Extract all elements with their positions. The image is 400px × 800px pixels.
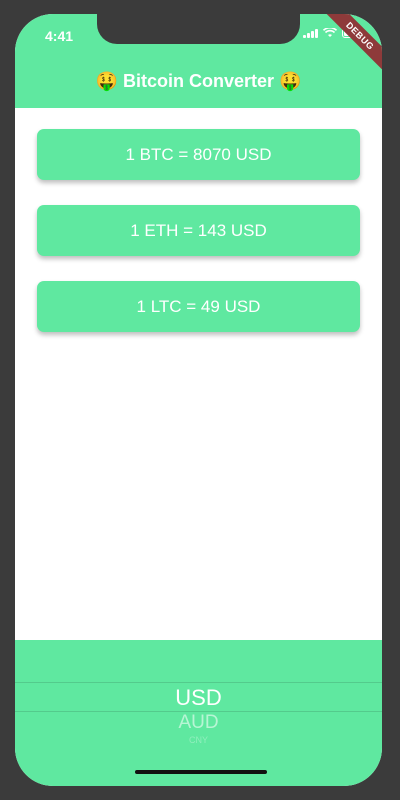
- wifi-icon: [323, 28, 337, 37]
- status-time: 4:41: [45, 28, 74, 44]
- rate-card-eth[interactable]: 1 ETH = 143 USD: [37, 205, 360, 256]
- signal-icon: [303, 28, 318, 38]
- device-frame: 🤑 Bitcoin Converter 🤑 4:41 DEBUG 1 BTC =…: [0, 0, 400, 800]
- rate-card-ltc[interactable]: 1 LTC = 49 USD: [37, 281, 360, 332]
- picker-selection-top-line: [15, 682, 382, 683]
- picker-item[interactable]: CNY: [15, 735, 382, 745]
- device-notch: [97, 14, 300, 44]
- currency-picker[interactable]: USD AUD CNY: [15, 640, 382, 786]
- picker-item[interactable]: AUD: [15, 712, 382, 734]
- rate-card-btc[interactable]: 1 BTC = 8070 USD: [37, 129, 360, 180]
- home-indicator[interactable]: [135, 770, 267, 774]
- app-title: 🤑 Bitcoin Converter 🤑: [95, 71, 302, 91]
- picker-selected-item[interactable]: USD: [15, 685, 382, 711]
- app-screen: 🤑 Bitcoin Converter 🤑 4:41 DEBUG 1 BTC =…: [15, 14, 382, 786]
